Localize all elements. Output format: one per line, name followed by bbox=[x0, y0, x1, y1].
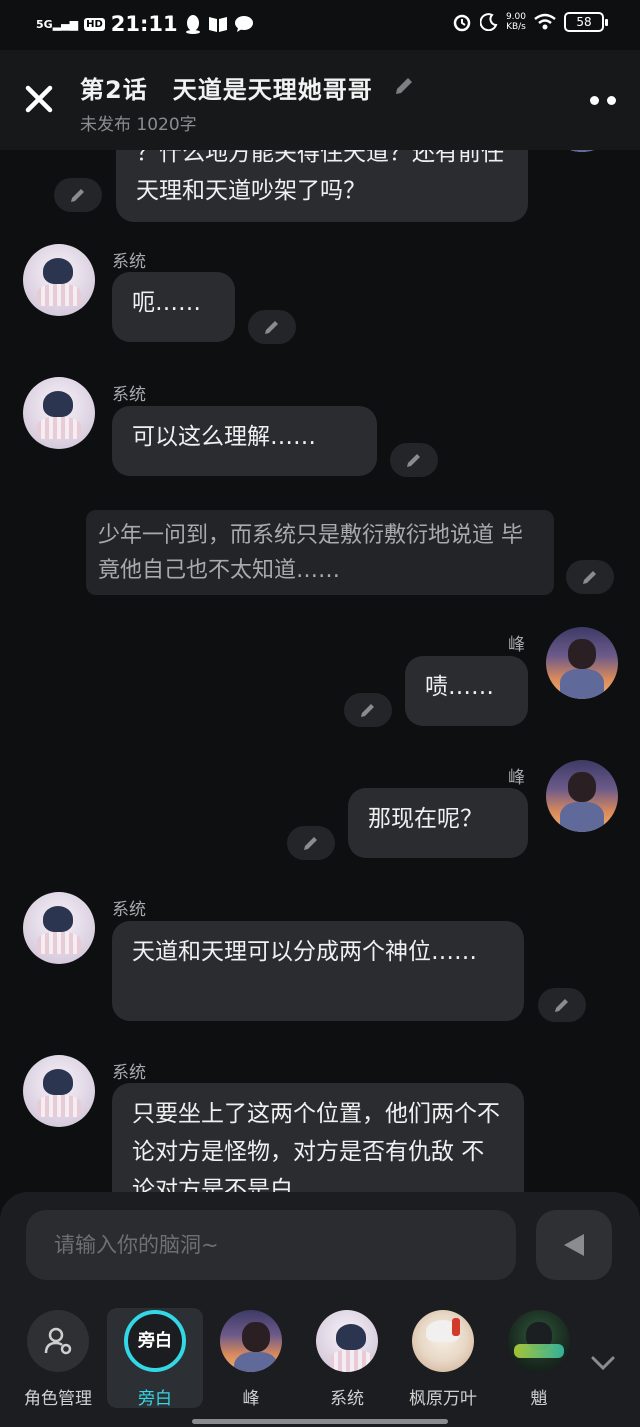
alarm-icon bbox=[453, 14, 471, 32]
avatar-system[interactable] bbox=[23, 1055, 95, 1127]
qq-icon bbox=[185, 15, 200, 34]
network-indicator: 5G▂▄▆ bbox=[36, 17, 79, 31]
pencil-icon bbox=[361, 704, 374, 717]
pencil-icon bbox=[407, 454, 420, 467]
message-bubble[interactable]: 天道和天理可以分成两个神位…… bbox=[112, 921, 524, 1021]
network-speed: 9.00 KB/s bbox=[505, 12, 526, 32]
edit-message-button[interactable] bbox=[538, 988, 586, 1022]
home-indicator bbox=[192, 1419, 448, 1424]
role-kazuha[interactable]: 枫原万叶 bbox=[395, 1308, 491, 1409]
role-selector: 角色管理 旁白 旁白 峰 系统 枫原万叶 魈 bbox=[0, 1298, 640, 1427]
chat-icon bbox=[234, 16, 253, 32]
message-bubble[interactable]: 啧…… bbox=[405, 656, 528, 726]
role-label: 旁白 bbox=[138, 1389, 172, 1409]
chat-area[interactable]: ？什么地方能关得住天道？还有前任天理和天道吵架了吗？ 系统 呃…… 系统 可以这… bbox=[0, 150, 640, 1192]
role-label: 角色管理 bbox=[24, 1389, 92, 1409]
edit-message-button[interactable] bbox=[390, 443, 438, 477]
avatar-system[interactable] bbox=[23, 244, 95, 316]
wifi-icon bbox=[534, 13, 556, 30]
avatar-kazuha bbox=[412, 1310, 474, 1372]
send-button[interactable] bbox=[536, 1210, 612, 1280]
role-label: 枫原万叶 bbox=[409, 1389, 477, 1409]
status-bar: 5G▂▄▆ HD 21:11 9.00 KB/s 58 bbox=[0, 0, 640, 50]
role-system[interactable]: 系统 bbox=[299, 1308, 395, 1409]
message-bubble[interactable]: ？什么地方能关得住天道？还有前任天理和天道吵架了吗？ bbox=[116, 150, 528, 222]
avatar-feng[interactable] bbox=[546, 150, 618, 152]
sender-name: 系统 bbox=[112, 252, 146, 272]
avatar-system[interactable] bbox=[23, 892, 95, 964]
sender-name: 系统 bbox=[112, 900, 146, 920]
input-bar: 请输入你的脑洞~ bbox=[0, 1192, 640, 1298]
chapter-header: 第2话 天道是天理她哥哥 未发布 1020字 bbox=[0, 50, 640, 150]
pencil-icon bbox=[71, 189, 84, 202]
avatar-xiao bbox=[508, 1310, 570, 1372]
sender-name: 系统 bbox=[112, 385, 146, 405]
edit-message-button[interactable] bbox=[344, 693, 392, 727]
avatar-feng bbox=[220, 1310, 282, 1372]
edit-message-button[interactable] bbox=[566, 560, 614, 594]
edit-message-button[interactable] bbox=[287, 826, 335, 860]
avatar-feng[interactable] bbox=[546, 627, 618, 699]
message-bubble[interactable]: 呃…… bbox=[112, 272, 235, 342]
sender-name: 系统 bbox=[112, 1063, 146, 1083]
message-bubble[interactable]: 可以这么理解…… bbox=[112, 406, 377, 476]
role-narration[interactable]: 旁白 旁白 bbox=[107, 1308, 203, 1409]
book-icon bbox=[208, 17, 227, 32]
chapter-status: 未发布 1020字 bbox=[80, 115, 197, 135]
message-bubble[interactable]: 只要坐上了这两个位置，他们两个不论对方是怪物，对方是否有仇敌 不论对方是不是白 bbox=[112, 1083, 524, 1192]
narration-bubble[interactable]: 少年一问到，而系统只是敷衍敷衍地说道 毕竟他自己也不太知道…… bbox=[86, 510, 554, 595]
more-options-button[interactable] bbox=[590, 96, 616, 105]
avatar-feng[interactable] bbox=[546, 760, 618, 832]
pencil-icon bbox=[583, 571, 596, 584]
story-input[interactable]: 请输入你的脑洞~ bbox=[26, 1210, 516, 1280]
edit-title-icon[interactable] bbox=[392, 74, 416, 98]
role-xiao[interactable]: 魈 bbox=[491, 1308, 587, 1409]
role-label: 魈 bbox=[530, 1389, 548, 1409]
close-icon[interactable] bbox=[22, 82, 56, 116]
moon-icon bbox=[479, 13, 498, 31]
sender-name: 峰 bbox=[508, 635, 525, 655]
role-label: 系统 bbox=[330, 1389, 364, 1409]
role-feng[interactable]: 峰 bbox=[203, 1308, 299, 1409]
hd-badge: HD bbox=[84, 17, 105, 31]
status-time: 21:11 bbox=[110, 12, 178, 36]
edit-message-button[interactable] bbox=[54, 178, 102, 212]
send-icon bbox=[564, 1234, 584, 1256]
avatar-system bbox=[316, 1310, 378, 1372]
pencil-icon bbox=[304, 837, 317, 850]
edit-message-button[interactable] bbox=[248, 310, 296, 344]
role-manage-button[interactable]: 角色管理 bbox=[10, 1308, 106, 1409]
narration-icon: 旁白 bbox=[124, 1310, 186, 1372]
chapter-title[interactable]: 第2话 天道是天理她哥哥 bbox=[80, 70, 373, 105]
battery-indicator: 58 bbox=[564, 12, 608, 32]
message-bubble[interactable]: 那现在呢？ bbox=[348, 788, 528, 858]
avatar-system[interactable] bbox=[23, 377, 95, 449]
pencil-icon bbox=[555, 999, 568, 1012]
role-manage-icon bbox=[27, 1310, 89, 1372]
chevron-down-icon[interactable] bbox=[588, 1348, 618, 1378]
role-label: 峰 bbox=[242, 1389, 260, 1409]
sender-name: 峰 bbox=[508, 768, 525, 788]
pencil-icon bbox=[265, 321, 278, 334]
